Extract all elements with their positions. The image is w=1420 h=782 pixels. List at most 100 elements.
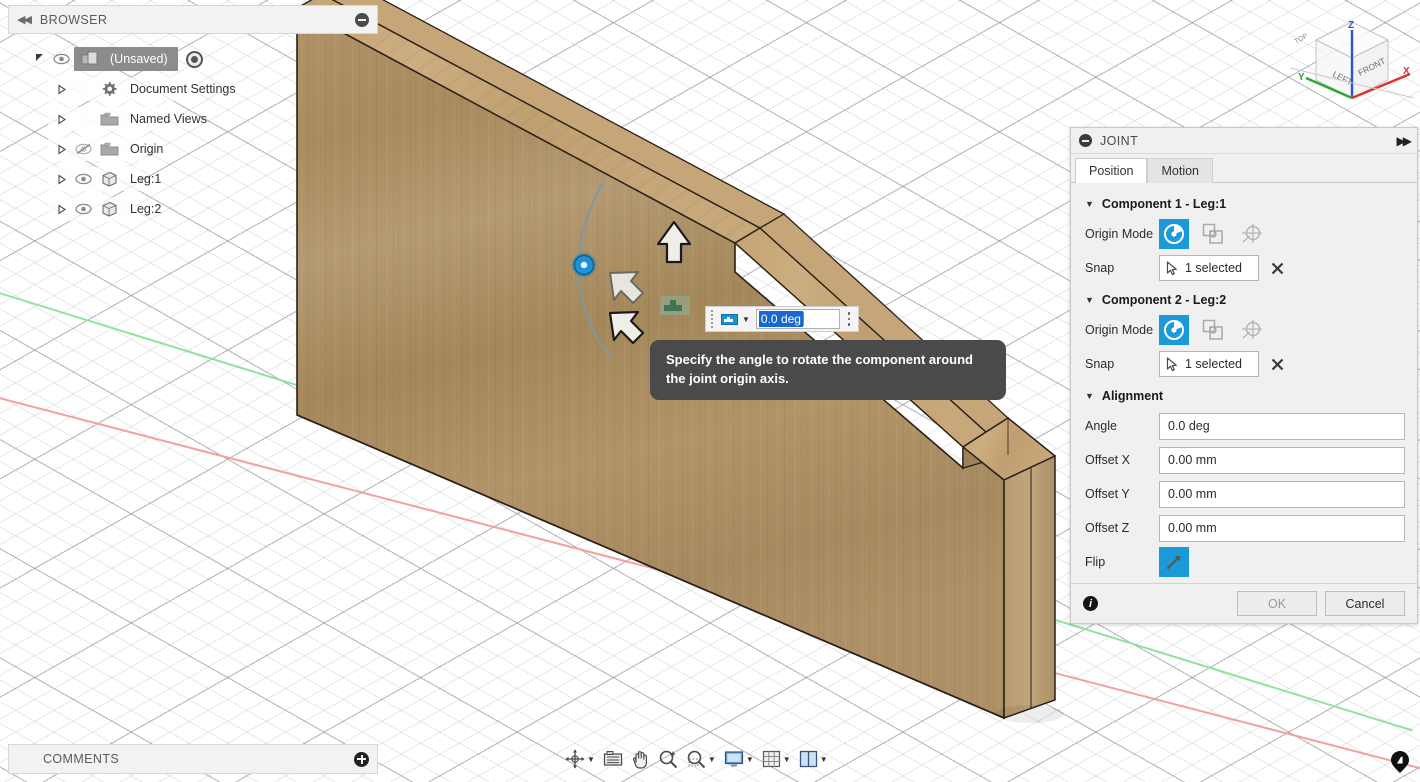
comments-bar[interactable]: COMMENTS bbox=[8, 744, 378, 774]
cursor-arrow-icon[interactable] bbox=[1166, 260, 1179, 276]
eye-visible-icon[interactable] bbox=[74, 203, 92, 215]
chevron-down-icon[interactable]: ▼ bbox=[783, 755, 791, 764]
nav-display-settings[interactable]: ▼ bbox=[721, 745, 757, 773]
browser-panel[interactable]: ◀◀ BROWSER (Unsaved) Document Settings N… bbox=[8, 5, 378, 224]
expand-triangle-icon[interactable] bbox=[52, 113, 70, 125]
chevron-down-icon[interactable]: ▼ bbox=[742, 315, 750, 324]
display-settings-icon[interactable] bbox=[724, 750, 744, 768]
nav-viewports[interactable]: ▼ bbox=[796, 745, 831, 773]
eye-hidden-icon[interactable] bbox=[70, 143, 96, 155]
browser-tree[interactable]: (Unsaved) Document Settings Named Views Or… bbox=[8, 44, 378, 224]
ok-button[interactable]: OK bbox=[1237, 591, 1317, 616]
tree-row-named-views[interactable]: Named Views bbox=[8, 104, 378, 134]
viewports-icon[interactable] bbox=[799, 750, 818, 768]
tab-motion[interactable]: Motion bbox=[1147, 158, 1214, 183]
cursor-arrow-icon[interactable] bbox=[1166, 356, 1179, 372]
angle-value-text: 0.0 deg bbox=[758, 311, 803, 327]
joint-dialog-header[interactable]: JOINT ▶▶ bbox=[1071, 128, 1417, 154]
collapse-triangle-icon[interactable] bbox=[30, 52, 48, 66]
snap-selection-field[interactable]: 1 selected bbox=[1159, 351, 1259, 377]
view-cube[interactable]: LEFT FRONT TOP Z X Y bbox=[1290, 4, 1414, 122]
section-header-component-2[interactable]: ▼ Component 2 - Leg:2 bbox=[1071, 285, 1417, 313]
viewcube-face-top: TOP bbox=[1294, 32, 1310, 45]
snap-selection-field[interactable]: 1 selected bbox=[1159, 255, 1259, 281]
snap-label: Snap bbox=[1085, 357, 1115, 371]
eye-hidden-icon[interactable] bbox=[74, 143, 92, 155]
joint-dialog[interactable]: JOINT ▶▶ Position Motion ▼ Component 1 - L… bbox=[1070, 127, 1418, 624]
expand-triangle-icon[interactable] bbox=[52, 143, 70, 155]
radio-selected-icon[interactable] bbox=[185, 50, 203, 68]
drag-handle-icon[interactable] bbox=[706, 307, 717, 331]
nav-orbit[interactable]: ▼ bbox=[562, 745, 598, 773]
look-at-icon[interactable] bbox=[603, 750, 623, 768]
two-edge-intersection-icon[interactable] bbox=[1237, 219, 1267, 249]
browser-title-bar[interactable]: ◀◀ BROWSER bbox=[8, 5, 378, 34]
offset-z-input[interactable]: 0.00 mm bbox=[1159, 514, 1405, 542]
clear-x-icon[interactable] bbox=[1271, 358, 1284, 371]
comments-label: COMMENTS bbox=[43, 752, 120, 766]
joint-dialog-body[interactable]: ▼ Component 1 - Leg:1 Origin Mode Snap 1 sel… bbox=[1071, 183, 1417, 583]
caret-down-icon[interactable]: ▼ bbox=[1085, 391, 1094, 401]
tree-row-document-settings[interactable]: Document Settings bbox=[8, 74, 378, 104]
origin-mode-buttons[interactable] bbox=[1159, 315, 1267, 345]
chevron-down-icon[interactable]: ▼ bbox=[746, 755, 754, 764]
snap-selection-value: 1 selected bbox=[1185, 357, 1242, 371]
axis-label-y: Y bbox=[1298, 72, 1305, 83]
plus-circle-icon[interactable] bbox=[354, 751, 369, 767]
expand-triangle-icon[interactable] bbox=[52, 83, 70, 95]
joint-tab-bar[interactable]: Position Motion bbox=[1071, 154, 1417, 183]
chevron-down-icon[interactable]: ▼ bbox=[587, 755, 595, 764]
nav-zoom-window[interactable]: ▼ bbox=[683, 745, 719, 773]
between-two-faces-icon[interactable] bbox=[1198, 315, 1228, 345]
between-two-faces-icon[interactable] bbox=[1198, 219, 1228, 249]
angle-input[interactable]: 0.0 deg bbox=[1159, 412, 1405, 440]
kebab-menu-icon[interactable] bbox=[840, 307, 858, 331]
navigation-toolbar[interactable]: ▼ ▼ ▼ ▼ ▼ bbox=[562, 744, 831, 774]
tree-row-leg-2[interactable]: Leg:2 bbox=[8, 194, 378, 224]
grid-snap-icon[interactable] bbox=[762, 750, 781, 768]
double-left-chevron-icon[interactable]: ◀◀ bbox=[17, 13, 32, 26]
eye-visible-icon[interactable] bbox=[74, 173, 92, 185]
expand-triangle-icon[interactable] bbox=[52, 173, 70, 185]
minimize-circle-icon[interactable] bbox=[1079, 134, 1092, 147]
offset-x-input[interactable]: 0.00 mm bbox=[1159, 446, 1405, 474]
nav-look-at[interactable] bbox=[600, 745, 626, 773]
flip-arrow-icon[interactable] bbox=[1159, 547, 1189, 577]
caret-down-icon[interactable]: ▼ bbox=[1085, 199, 1094, 209]
caret-down-icon[interactable]: ▼ bbox=[1085, 295, 1094, 305]
tab-position[interactable]: Position bbox=[1075, 158, 1148, 183]
tree-row-origin[interactable]: Origin bbox=[8, 134, 378, 164]
eye-visible-icon[interactable] bbox=[48, 53, 74, 65]
minimize-icon[interactable] bbox=[355, 12, 369, 27]
inline-value-input[interactable]: ▼ 0.0 deg bbox=[705, 306, 859, 332]
double-right-chevron-icon[interactable]: ▶▶ bbox=[1397, 134, 1413, 148]
orbit-icon[interactable] bbox=[565, 749, 585, 769]
zoom-in-icon[interactable] bbox=[658, 749, 678, 769]
chevron-down-icon[interactable]: ▼ bbox=[708, 755, 716, 764]
nav-grid-snap[interactable]: ▼ bbox=[759, 745, 794, 773]
tree-row-leg-1[interactable]: Leg:1 bbox=[8, 164, 378, 194]
origin-mode-buttons[interactable] bbox=[1159, 219, 1267, 249]
nav-pan-hand[interactable] bbox=[628, 745, 653, 773]
root-node-pill[interactable]: (Unsaved) bbox=[74, 47, 178, 71]
eye-visible-icon[interactable] bbox=[70, 203, 96, 215]
two-edge-intersection-icon[interactable] bbox=[1237, 315, 1267, 345]
chevron-down-icon[interactable]: ▼ bbox=[820, 755, 828, 764]
zoom-window-icon[interactable] bbox=[686, 749, 706, 769]
eye-visible-icon[interactable] bbox=[70, 173, 96, 185]
expand-triangle-icon[interactable] bbox=[52, 203, 70, 215]
offset-y-input[interactable]: 0.00 mm bbox=[1159, 480, 1405, 508]
angle-value-field[interactable]: 0.0 deg bbox=[755, 309, 840, 329]
info-icon[interactable]: i bbox=[1083, 596, 1098, 611]
section-header-component-1[interactable]: ▼ Component 1 - Leg:1 bbox=[1071, 189, 1417, 217]
snap-origin-icon[interactable] bbox=[1159, 315, 1189, 345]
snap-origin-icon[interactable] bbox=[1159, 219, 1189, 249]
pan-hand-icon[interactable] bbox=[631, 749, 650, 769]
clear-x-icon[interactable] bbox=[1271, 262, 1284, 275]
cancel-button[interactable]: Cancel bbox=[1325, 591, 1405, 616]
dimension-icon[interactable] bbox=[717, 309, 741, 329]
tree-row-root[interactable]: (Unsaved) bbox=[8, 44, 378, 74]
joint-dialog-footer[interactable]: i OK Cancel bbox=[1071, 583, 1417, 623]
nav-zoom-in[interactable] bbox=[655, 745, 681, 773]
section-header-alignment[interactable]: ▼ Alignment bbox=[1071, 381, 1417, 409]
